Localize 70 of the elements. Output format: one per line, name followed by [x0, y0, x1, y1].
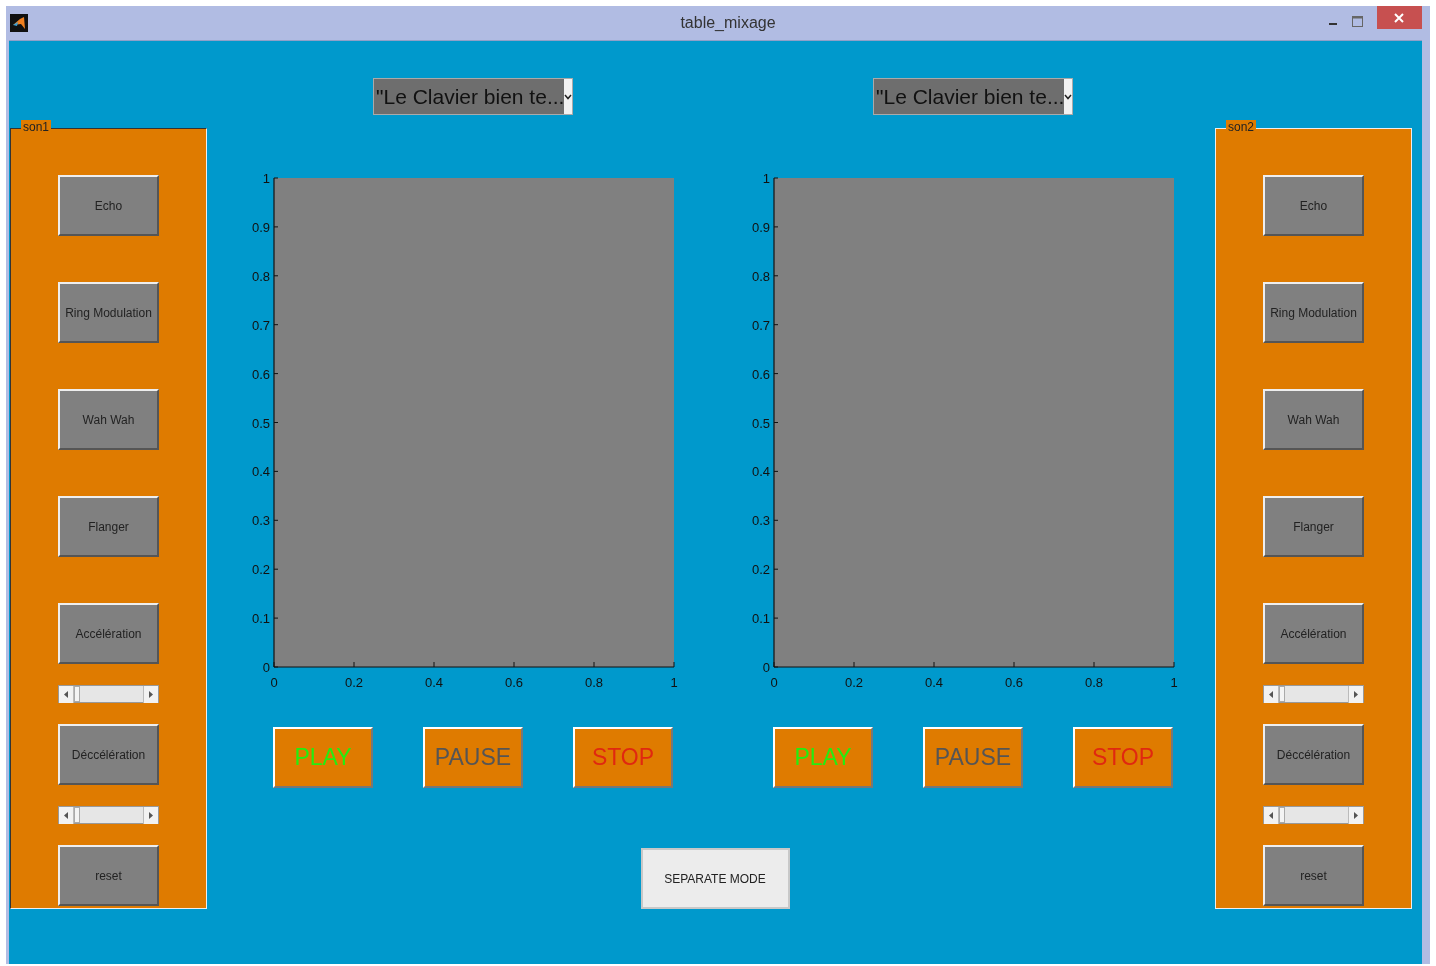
tick-label: 0.4 — [924, 675, 944, 690]
close-icon — [1394, 12, 1405, 23]
tick-label: 0.9 — [751, 219, 770, 235]
window-title: table_mixage — [679, 14, 776, 32]
slider[interactable] — [58, 806, 159, 824]
tick-label: 0.3 — [751, 513, 770, 529]
effect-button[interactable]: Accélération — [58, 603, 159, 664]
tick-label: 0.2 — [844, 675, 864, 690]
tick-label: 0.6 — [504, 675, 524, 690]
slider[interactable] — [1263, 806, 1364, 824]
tick-label: 0.2 — [751, 562, 770, 578]
tick-label: 0.8 — [751, 268, 770, 284]
tick-label: 1 — [1170, 675, 1178, 690]
effect-button[interactable]: Déccélération — [58, 724, 159, 785]
tick-label: 0.6 — [751, 366, 770, 382]
tick-label: 0.1 — [251, 611, 270, 627]
playback-button[interactable]: PAUSE — [423, 727, 523, 788]
caret-icon — [1064, 93, 1073, 100]
tick-label: 0.1 — [751, 611, 770, 627]
effect-button[interactable]: Flanger — [58, 496, 159, 557]
effect-button[interactable]: Accélération — [1263, 603, 1364, 664]
tick-label: 0.6 — [1004, 675, 1024, 690]
track-dropdown[interactable]: "Le Clavier bien te... — [373, 78, 573, 115]
tick-label: 0.2 — [251, 562, 270, 578]
effect-button[interactable]: Flanger — [1263, 496, 1364, 557]
tick-label: 0.8 — [1084, 675, 1104, 690]
tick-label: 1 — [670, 675, 678, 690]
tick-label: 0.4 — [251, 464, 270, 480]
tick-label: 0.7 — [251, 317, 270, 333]
track-dropdown[interactable]: "Le Clavier bien te... — [873, 78, 1073, 115]
tick-label: 0.8 — [251, 268, 270, 284]
tick-label: 0.8 — [584, 675, 604, 690]
slider-thumb[interactable] — [74, 807, 80, 823]
slider[interactable] — [1263, 685, 1364, 703]
tick-label: 0 — [262, 660, 270, 675]
caret-icon — [564, 93, 573, 100]
tick-label: 0.3 — [251, 513, 270, 529]
slider-thumb[interactable] — [74, 686, 80, 702]
tick-label: 0.4 — [424, 675, 444, 690]
tick-label: 1 — [262, 171, 270, 186]
effect-button[interactable]: Echo — [1263, 175, 1364, 236]
tick-label: 0.9 — [251, 219, 270, 235]
effect-button[interactable]: Ring Modulation — [1263, 282, 1364, 343]
slider-thumb[interactable] — [1279, 807, 1285, 823]
playback-button[interactable]: PAUSE — [923, 727, 1023, 788]
effect-button[interactable]: Ring Modulation — [58, 282, 159, 343]
tick-label: 0 — [770, 675, 778, 690]
tick-label: 0.7 — [751, 317, 770, 333]
tick-label: 0.2 — [344, 675, 364, 690]
tick-label: 0 — [270, 675, 278, 690]
effect-button[interactable]: Echo — [58, 175, 159, 236]
tick-label: 0.5 — [751, 415, 770, 431]
effect-button[interactable]: reset — [1263, 845, 1364, 906]
tick-label: 0.4 — [751, 464, 770, 480]
panel-title: son2 — [1226, 120, 1257, 134]
tick-label: 1 — [762, 171, 770, 186]
app-icon — [10, 14, 28, 32]
maximize-icon[interactable] — [1352, 16, 1363, 27]
tick-label: 0 — [762, 660, 770, 675]
effect-button[interactable]: Wah Wah — [1263, 389, 1364, 450]
tick-label: 0.5 — [251, 415, 270, 431]
effect-button[interactable]: reset — [58, 845, 159, 906]
effect-button[interactable]: Déccélération — [1263, 724, 1364, 785]
mode-button[interactable]: SEPARATE MODE — [640, 848, 790, 909]
slider-thumb[interactable] — [1279, 686, 1285, 702]
close-button[interactable] — [1377, 6, 1422, 29]
panel-title: son1 — [21, 120, 52, 134]
effect-button[interactable]: Wah Wah — [58, 389, 159, 450]
slider[interactable] — [58, 685, 159, 703]
tick-label: 0.6 — [251, 366, 270, 382]
